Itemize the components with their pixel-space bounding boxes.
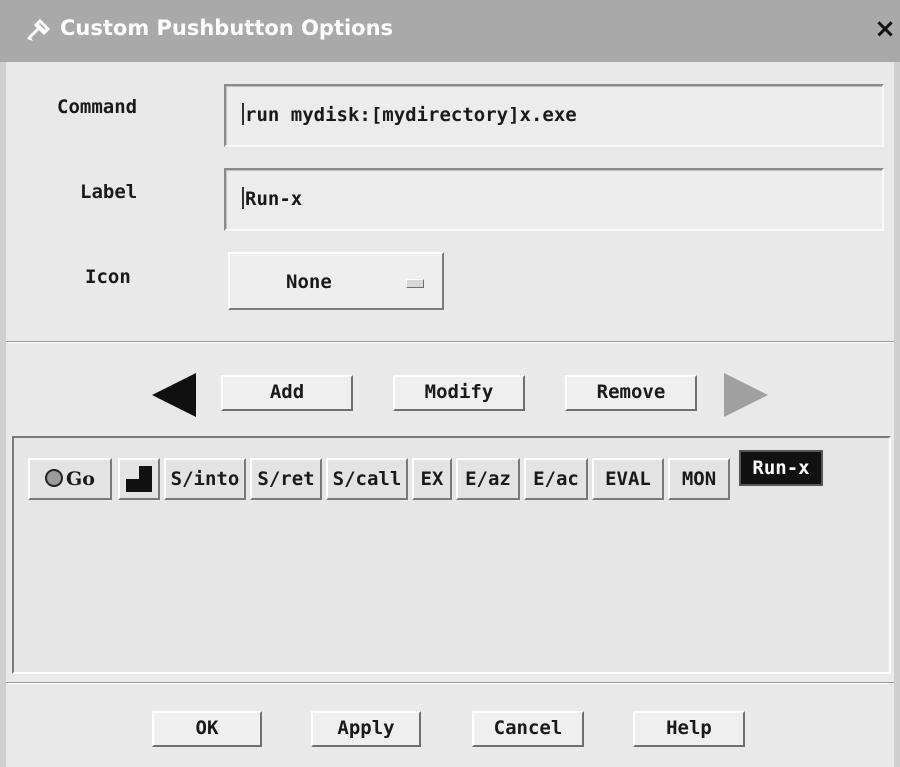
separator <box>6 682 894 684</box>
remove-button[interactable]: Remove <box>565 375 697 411</box>
step-icon <box>126 466 152 492</box>
label-value: Run-x <box>245 188 303 210</box>
text-caret <box>242 103 244 125</box>
option-menu-indicator-icon <box>406 279 424 288</box>
toolbar-item-step[interactable] <box>118 458 160 500</box>
title-bar: Custom Pushbutton Options × <box>0 0 900 62</box>
close-icon[interactable]: × <box>870 14 900 44</box>
toolbar-item-eval[interactable]: EVAL <box>592 458 664 500</box>
help-button[interactable]: Help <box>633 711 745 747</box>
modify-button[interactable]: Modify <box>393 375 525 411</box>
label-label: Label <box>80 181 138 203</box>
right-arrow-icon[interactable] <box>724 373 768 417</box>
apply-button[interactable]: Apply <box>311 711 421 747</box>
command-label: Command <box>57 96 138 118</box>
left-arrow-icon[interactable] <box>152 373 196 417</box>
command-value: run mydisk:[mydirectory]x.exe <box>245 104 577 126</box>
icon-option-menu[interactable]: None <box>228 252 444 310</box>
toolbar-item-s-call[interactable]: S/call <box>326 458 408 500</box>
toolbar-item-s-into[interactable]: S/into <box>164 458 246 500</box>
window-frame-left <box>0 62 6 767</box>
toolbar-item-run-x-selected[interactable]: Run-x <box>739 450 823 486</box>
toolbar-item-mon[interactable]: MON <box>668 458 730 500</box>
stop-icon <box>45 469 64 487</box>
cancel-button[interactable]: Cancel <box>472 711 584 747</box>
label-field[interactable]: Run-x <box>224 168 884 231</box>
toolbar-item-s-ret[interactable]: S/ret <box>250 458 322 500</box>
toolbar-item-label: Go <box>66 468 95 490</box>
window-title: Custom Pushbutton Options <box>60 16 394 40</box>
window-frame-right <box>894 62 900 767</box>
toolbar-item-go[interactable]: Go <box>28 458 112 500</box>
icon-label: Icon <box>85 266 131 288</box>
tool-icon <box>26 18 51 41</box>
add-button[interactable]: Add <box>221 375 353 411</box>
toolbar-item-e-ac[interactable]: E/ac <box>524 458 588 500</box>
text-caret <box>242 187 244 209</box>
toolbar-preview: Go S/into S/ret S/call EX E/az E/ac EVAL… <box>12 436 891 674</box>
toolbar-item-ex[interactable]: EX <box>412 458 452 500</box>
separator <box>6 341 894 343</box>
command-field[interactable]: run mydisk:[mydirectory]x.exe <box>224 84 884 147</box>
toolbar-item-e-az[interactable]: E/az <box>456 458 520 500</box>
ok-button[interactable]: OK <box>152 711 262 747</box>
icon-selected-value: None <box>286 271 332 293</box>
